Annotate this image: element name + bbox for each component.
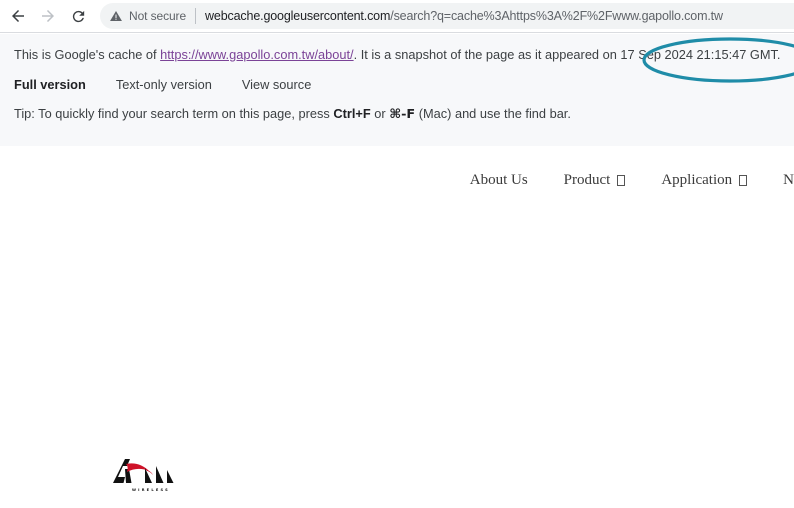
tip-text-or: or [370, 106, 390, 121]
chevron-down-icon [739, 175, 748, 186]
site-navigation: About Us Product Application N [434, 172, 794, 189]
url-text[interactable]: webcache.googleusercontent.com/search?q=… [205, 9, 723, 23]
omnibox-divider [195, 8, 197, 24]
nav-item-label: About Us [469, 172, 528, 188]
chevron-down-icon [617, 175, 626, 186]
nav-item-application[interactable]: Application [661, 172, 748, 189]
tip-text-end: (Mac) and use the find bar. [415, 106, 571, 121]
apollo-wireless-logo[interactable]: WIRELESS [112, 457, 190, 493]
warning-triangle-icon [110, 11, 122, 21]
logo-wordmark: WIRELESS [132, 488, 170, 492]
url-path: /search?q=cache%3Ahttps%3A%2F%2Fwww.gapo… [390, 9, 723, 23]
full-version-link[interactable]: Full version [14, 76, 86, 94]
cache-description: This is Google's cache of https://www.ga… [14, 46, 780, 64]
address-bar[interactable]: Not secure webcache.googleusercontent.co… [100, 3, 794, 29]
cache-intro-text: This is Google's cache of [14, 47, 161, 62]
nav-item-product[interactable]: Product [564, 172, 626, 189]
tip-shortcut-cmd-f: ⌘-F [389, 107, 416, 122]
text-only-version-link[interactable]: Text-only version [116, 76, 212, 94]
cache-snapshot-date: 17 Sep 2024 21:15:47 GMT. [620, 47, 781, 62]
google-cache-banner: This is Google's cache of https://www.ga… [0, 34, 794, 146]
reload-icon [72, 10, 84, 22]
tip-text-start: Tip: To quickly find your search term on… [14, 106, 334, 121]
site-security-status[interactable]: Not secure [100, 9, 186, 23]
back-arrow-icon [12, 10, 24, 22]
tip-shortcut-ctrl-f: Ctrl+F [333, 106, 371, 121]
nav-item-label: Product [563, 172, 611, 188]
nav-item-label: Application [661, 172, 733, 188]
cache-version-links: Full version Text-only version View sour… [14, 76, 780, 94]
url-host: webcache.googleusercontent.com [205, 9, 391, 23]
cached-page-content: About Us Product Application N WIRELESS [0, 146, 794, 508]
not-secure-label: Not secure [129, 9, 187, 23]
view-source-link[interactable]: View source [242, 76, 311, 94]
nav-item-about-us[interactable]: About Us [470, 172, 528, 189]
nav-item-news[interactable]: N [783, 172, 794, 189]
reload-button[interactable] [65, 3, 91, 29]
cache-find-tip: Tip: To quickly find your search term on… [14, 105, 780, 124]
nav-item-label: N [783, 172, 794, 188]
forward-button[interactable] [35, 3, 61, 29]
forward-arrow-icon [42, 10, 54, 22]
cache-snapshot-text: . It is a snapshot of the page as it app… [353, 47, 621, 62]
back-button[interactable] [5, 3, 31, 29]
browser-toolbar: Not secure webcache.googleusercontent.co… [0, 0, 794, 33]
cached-url-link[interactable]: https://www.gapollo.com.tw/about/ [160, 47, 353, 62]
